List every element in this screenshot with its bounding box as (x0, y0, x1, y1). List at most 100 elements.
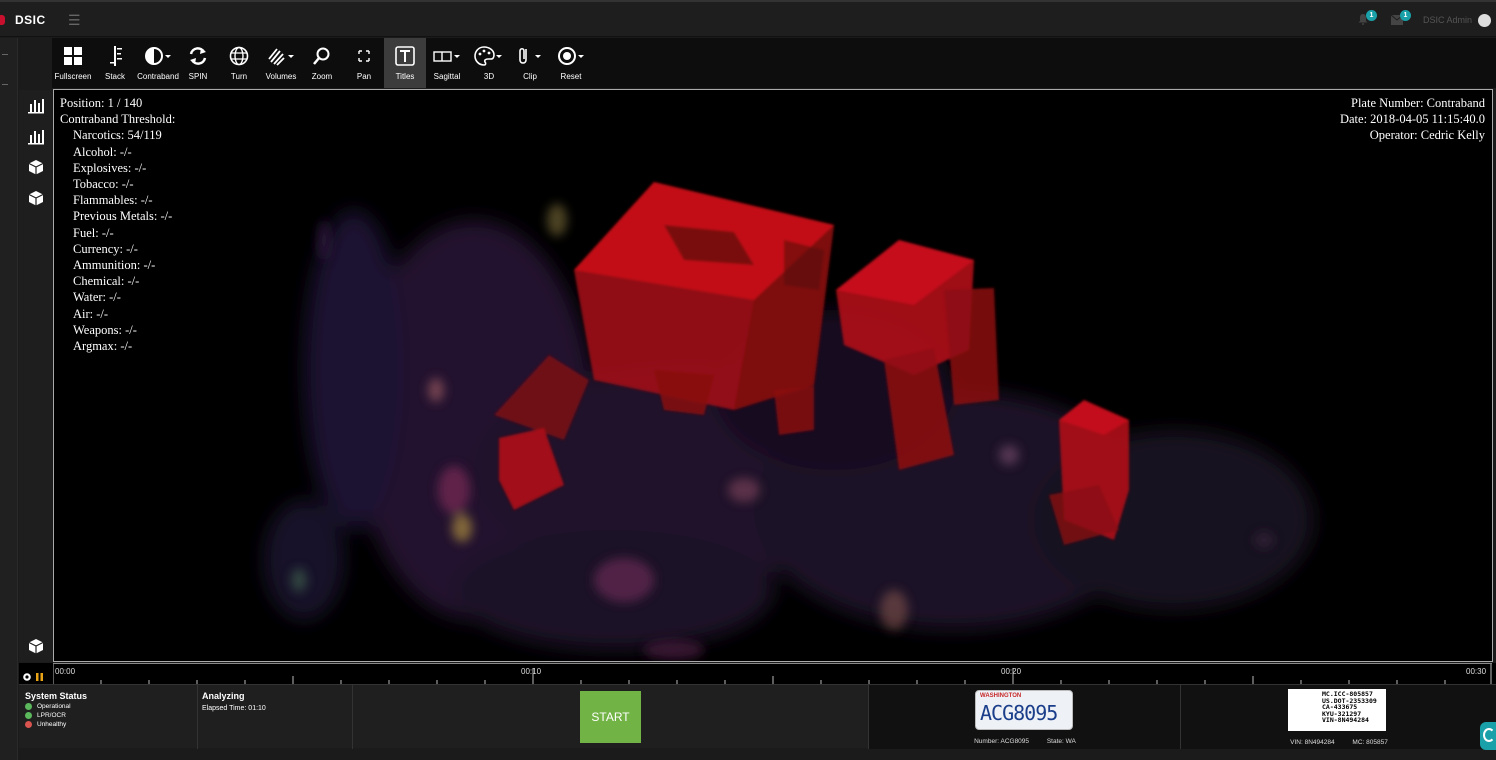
plate-state-value: State: WA (1046, 738, 1076, 745)
timeline-label: 00:10 (521, 667, 542, 676)
status-label: Operational (37, 703, 71, 710)
tool-3d[interactable]: 3D (470, 38, 508, 88)
scan-info-panel: Position: 1 / 140 Contraband Threshold: … (60, 95, 175, 354)
viewer-toolbar: Fullscreen Stack Contraband SPIN Turn Vo… (52, 38, 1496, 88)
plate-text: ACG8095 (980, 701, 1058, 725)
scan-date-text: Date: 2018-04-05 11:15:40.0 (1339, 112, 1485, 127)
left-strip (0, 38, 18, 760)
system-status-title: System Status (25, 691, 88, 701)
brand-logo (0, 15, 5, 25)
tool-label: Sagittal (433, 72, 461, 81)
tool-volumes[interactable]: Volumes (260, 38, 302, 88)
tool-zoom[interactable]: Zoom (304, 38, 340, 88)
license-plate-panel: WASHINGTON ACG8095 Number: ACG8095 State… (868, 685, 1180, 749)
dot-info: VIN: 8N494284 MC: 805857 (1181, 739, 1496, 746)
cube-icon[interactable] (27, 637, 45, 655)
strip-marker (2, 84, 8, 85)
dot-number-image[interactable]: MC.ICC-805857 US.DOT-2353309 CA-433675 K… (1288, 689, 1386, 731)
chat-icon (1483, 728, 1495, 742)
palette-icon (474, 46, 502, 66)
threshold-item: Chemical: -/- (73, 274, 140, 289)
pause-icon[interactable] (36, 673, 43, 681)
vehicle-info-panel: Plate Number: Contraband Date: 2018-04-0… (1340, 95, 1485, 144)
chat-widget-button[interactable] (1480, 722, 1496, 750)
tool-label: Volumes (265, 72, 297, 81)
status-item: Operational (25, 703, 87, 710)
tool-sagittal[interactable]: Sagittal (428, 38, 466, 88)
messages-badge: 1 (1400, 10, 1411, 21)
tool-label: SPIN (188, 72, 208, 81)
divider (352, 685, 353, 749)
tool-label: Stack (104, 72, 125, 81)
globe-icon (229, 46, 249, 66)
mc-value: MC: 805857 (1352, 739, 1388, 746)
threshold-item: Tobacco: -/- (73, 177, 134, 192)
analyzing-title: Analyzing (202, 691, 245, 701)
threshold-item: Water: -/- (73, 290, 121, 305)
dot-line: VIN-8N494284 (1322, 716, 1369, 725)
tool-label: Contraband (137, 72, 179, 81)
tool-titles[interactable]: Titles (384, 38, 426, 88)
bar-chart-icon[interactable] (27, 127, 45, 145)
tool-clip[interactable]: Clip (514, 38, 546, 88)
status-item: Unhealthy (25, 721, 87, 728)
timeline-label: 00:20 (1001, 667, 1022, 676)
brand-name[interactable]: DSIC (15, 13, 46, 27)
search-icon (313, 47, 330, 65)
system-status: System Status Operational LPR/OCR Unheal… (25, 691, 87, 728)
cube-icon[interactable] (27, 189, 45, 207)
threshold-item: Flammables: -/- (73, 193, 153, 208)
scan-viewer[interactable]: Position: 1 / 140 Contraband Threshold: … (53, 89, 1493, 662)
status-item: LPR/OCR (25, 712, 87, 719)
tool-label: 3D (483, 72, 495, 81)
threshold-item: Air: -/- (73, 306, 109, 321)
start-button[interactable]: START (580, 691, 641, 743)
tool-label: Clip (523, 72, 537, 81)
tool-label: Titles (395, 72, 415, 81)
strip-marker (2, 54, 8, 55)
threshold-item: Ammunition: -/- (73, 258, 156, 273)
grid-icon (64, 47, 82, 65)
volume-render (264, 182, 1314, 660)
tool-stack[interactable]: Stack (94, 38, 136, 88)
avatar[interactable] (1478, 14, 1491, 27)
tool-label: Zoom (311, 72, 333, 81)
plate-info: Number: ACG8095 State: WA (869, 738, 1181, 745)
vin-value: VIN: 8N494284 (1290, 739, 1335, 746)
divider (197, 685, 198, 749)
tool-contraband[interactable]: Contraband (136, 38, 180, 88)
status-label: Unhealthy (37, 721, 67, 728)
threshold-item: Alcohol: -/- (73, 144, 132, 159)
plate-state-text: WASHINGTON (980, 693, 1022, 699)
tool-label: Reset (560, 72, 582, 81)
menu-icon[interactable]: ☰ (68, 12, 81, 29)
tool-fullscreen[interactable]: Fullscreen (52, 38, 94, 88)
timeline-track[interactable]: 00:00 00:10 00:20 00:30 (53, 663, 1492, 684)
elapsed-time: Elapsed Time: 01:10 (202, 705, 266, 712)
threshold-item: Previous Metals: -/- (73, 209, 173, 224)
record-icon[interactable] (23, 673, 31, 681)
stack-icon (110, 46, 122, 66)
tool-spin[interactable]: SPIN (180, 38, 216, 88)
tool-label: Turn (230, 72, 248, 81)
license-plate-image[interactable]: WASHINGTON ACG8095 (975, 690, 1073, 730)
volumes-icon (268, 48, 294, 66)
bar-chart-icon[interactable] (27, 96, 45, 114)
notifications-badge: 1 (1366, 10, 1377, 21)
status-label: LPR/OCR (37, 712, 66, 719)
tool-reset[interactable]: Reset (554, 38, 588, 88)
paperclip-icon (519, 47, 541, 64)
plate-number-value: Number: ACG8095 (974, 738, 1030, 745)
cube-icon[interactable] (27, 158, 45, 176)
user-name[interactable]: DSIC Admin (1423, 15, 1472, 25)
check-icon (25, 703, 32, 710)
tool-turn[interactable]: Turn (220, 38, 258, 88)
target-icon (558, 47, 584, 65)
timeline-label: 00:00 (55, 667, 76, 676)
tool-pan[interactable]: Pan (344, 38, 384, 88)
operator-text: Operator: Cedric Kelly (1369, 128, 1485, 143)
move-icon (358, 50, 370, 62)
analyzing-status: Analyzing Elapsed Time: 01:10 (202, 691, 266, 712)
timeline-label: 00:30 (1466, 667, 1487, 676)
timeline-ticks (53, 664, 1492, 684)
